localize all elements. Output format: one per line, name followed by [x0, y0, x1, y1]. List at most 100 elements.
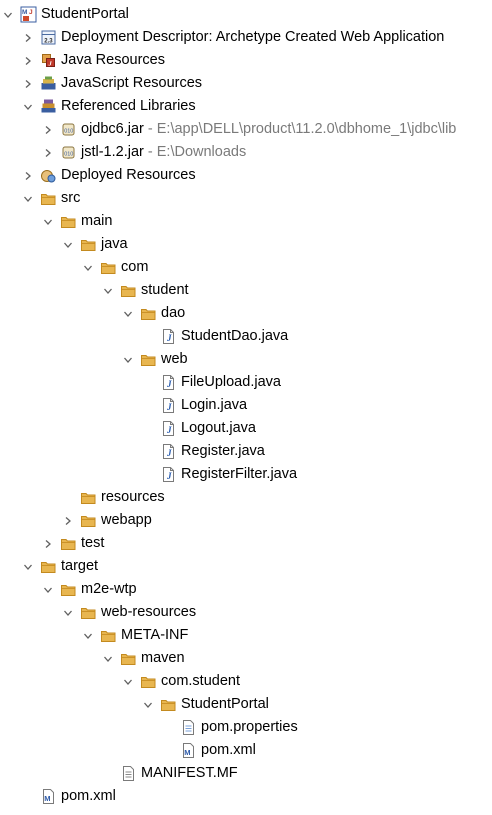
tree-node[interactable]: J Logout.java — [0, 417, 492, 440]
tree-node-label-wrap: StudentPortal — [181, 696, 269, 713]
tree-node[interactable]: web — [0, 348, 492, 371]
tree-node-label-wrap: java — [101, 236, 128, 253]
tree-node[interactable]: 010 jstl-1.2.jar - E:\Downloads — [0, 141, 492, 164]
tree-node[interactable]: Mpom.xml — [0, 739, 492, 762]
tree-node[interactable]: pom.properties — [0, 716, 492, 739]
chevron-down-icon[interactable] — [40, 578, 56, 601]
tree-node-label-wrap: web — [161, 351, 188, 368]
tree-node-label: com.student — [161, 673, 240, 689]
tree-node[interactable]: webapp — [0, 509, 492, 532]
tree-node[interactable]: 2.3 Deployment Descriptor: Archetype Crea… — [0, 26, 492, 49]
tree-node-label-wrap: StudentDao.java — [181, 328, 288, 345]
tree-node-label-wrap: MANIFEST.MF — [141, 765, 238, 782]
tree-node[interactable]: target — [0, 555, 492, 578]
tree-node[interactable]: M J StudentPortal — [0, 3, 492, 26]
tree-node[interactable]: MANIFEST.MF — [0, 762, 492, 785]
tree-node[interactable]: J RegisterFilter.java — [0, 463, 492, 486]
tree-node-label: Java Resources — [61, 52, 165, 68]
tree-node-label-wrap: Login.java — [181, 397, 247, 414]
chevron-right-icon[interactable] — [40, 141, 56, 164]
tree-node-label: ojdbc6.jar — [81, 121, 144, 137]
chevron-right-icon[interactable] — [60, 509, 76, 532]
java-file-icon: J — [160, 443, 177, 460]
tree-node-label-wrap: main — [81, 213, 112, 230]
tree-node[interactable]: Mpom.xml — [0, 785, 492, 808]
tree-node[interactable]: com.student — [0, 670, 492, 693]
tree-node[interactable]: web-resources — [0, 601, 492, 624]
tree-node[interactable]: J FileUpload.java — [0, 371, 492, 394]
chevron-down-icon[interactable] — [100, 279, 116, 302]
tree-node-label-wrap: pom.xml — [201, 742, 256, 759]
chevron-down-icon[interactable] — [60, 601, 76, 624]
chevron-down-icon[interactable] — [120, 670, 136, 693]
chevron-down-icon[interactable] — [80, 256, 96, 279]
svg-text:J: J — [166, 333, 172, 343]
tree-node[interactable]: J Login.java — [0, 394, 492, 417]
chevron-down-icon[interactable] — [120, 302, 136, 325]
tree-node[interactable]: m2e-wtp — [0, 578, 492, 601]
tree-node[interactable]: META-INF — [0, 624, 492, 647]
svg-text:J: J — [166, 425, 172, 435]
chevron-down-icon[interactable] — [140, 693, 156, 716]
chevron-right-icon[interactable] — [20, 72, 36, 95]
tree-node-label: student — [141, 282, 189, 298]
folder-icon — [80, 512, 97, 529]
folder-icon — [120, 650, 137, 667]
chevron-down-icon[interactable] — [20, 95, 36, 118]
tree-node-label-wrap: pom.properties — [201, 719, 298, 736]
chevron-down-icon[interactable] — [60, 233, 76, 256]
tree-node-label: Login.java — [181, 397, 248, 413]
tree-node-label-wrap: Referenced Libraries — [61, 98, 196, 115]
chevron-down-icon[interactable] — [100, 647, 116, 670]
tree-node-label: Deployed Resources — [61, 167, 196, 183]
tree-node-label: pom.properties — [201, 719, 298, 735]
chevron-right-icon[interactable] — [20, 26, 36, 49]
svg-text:M: M — [184, 748, 190, 757]
tree-node[interactable]: java — [0, 233, 492, 256]
tree-node[interactable]: src — [0, 187, 492, 210]
tree-node[interactable]: StudentPortal — [0, 693, 492, 716]
tree-node-label: web — [161, 351, 188, 367]
tree-node-decoration: - E:\app\DELL\product\11.2.0\dbhome_1\jd… — [143, 121, 457, 137]
tree-node[interactable]: student — [0, 279, 492, 302]
tree-node[interactable]: J Register.java — [0, 440, 492, 463]
tree-node-label-wrap: resources — [101, 489, 165, 506]
chevron-right-icon[interactable] — [20, 164, 36, 187]
svg-text:J: J — [166, 448, 172, 458]
tree-node-label: Referenced Libraries — [61, 98, 196, 114]
tree-node[interactable]: J Java Resources — [0, 49, 492, 72]
tree-node-label-wrap: target — [61, 558, 98, 575]
folder-icon — [100, 259, 117, 276]
tree-node-label-wrap: FileUpload.java — [181, 374, 281, 391]
tree-node[interactable]: resources — [0, 486, 492, 509]
svg-text:M: M — [22, 9, 27, 16]
folder-icon — [140, 351, 157, 368]
tree-node[interactable]: test — [0, 532, 492, 555]
chevron-down-icon[interactable] — [0, 3, 16, 26]
deployment-descriptor-icon: 2.3 — [40, 29, 57, 46]
tree-node-label: src — [61, 190, 81, 206]
tree-node[interactable]: dao — [0, 302, 492, 325]
tree-node-label: StudentPortal — [41, 6, 129, 22]
tree-node-label: pom.xml — [61, 788, 116, 804]
tree-node[interactable]: maven — [0, 647, 492, 670]
tree-node[interactable]: main — [0, 210, 492, 233]
chevron-right-icon[interactable] — [40, 118, 56, 141]
chevron-right-icon[interactable] — [40, 532, 56, 555]
svg-text:010: 010 — [64, 129, 73, 135]
chevron-down-icon[interactable] — [80, 624, 96, 647]
chevron-down-icon[interactable] — [120, 348, 136, 371]
tree-node[interactable]: com — [0, 256, 492, 279]
chevron-down-icon[interactable] — [20, 555, 36, 578]
tree-node[interactable]: 010 ojdbc6.jar - E:\app\DELL\product\11.2… — [0, 118, 492, 141]
chevron-right-icon[interactable] — [20, 49, 36, 72]
tree-node-label: test — [81, 535, 105, 551]
tree-node[interactable]: Referenced Libraries — [0, 95, 492, 118]
tree-node-label: FileUpload.java — [181, 374, 281, 390]
chevron-down-icon[interactable] — [40, 210, 56, 233]
tree-node[interactable]: JavaScript Resources — [0, 72, 492, 95]
chevron-down-icon[interactable] — [20, 187, 36, 210]
tree-node[interactable]: Deployed Resources — [0, 164, 492, 187]
tree-node[interactable]: J StudentDao.java — [0, 325, 492, 348]
properties-file-icon — [180, 719, 197, 736]
